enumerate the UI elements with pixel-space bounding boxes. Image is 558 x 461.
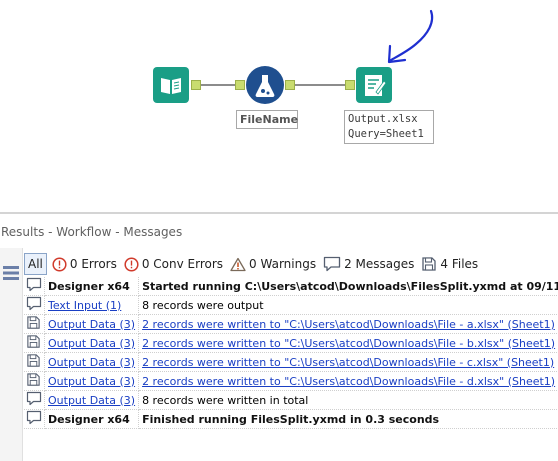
book-icon: [161, 78, 181, 94]
source-text: Designer x64: [48, 412, 130, 426]
row-icon-cell: [24, 371, 45, 391]
filter-all-button[interactable]: All: [24, 253, 47, 275]
output-anchor[interactable]: [285, 80, 295, 90]
message-source: Designer x64: [44, 277, 140, 296]
message-source[interactable]: Output Data (3): [44, 371, 140, 391]
message-text-cell: 8 records were output: [138, 295, 558, 315]
workflow-canvas[interactable]: FileName Output.xlsx Query=Sheet1: [0, 0, 558, 212]
message-text-cell: 8 records were written in total: [138, 390, 558, 410]
row-icon-cell: [24, 390, 45, 410]
filter-errors-button[interactable]: 0 Errors: [52, 254, 117, 274]
document-output-icon: [365, 75, 387, 96]
message-text-cell: Finished running FilesSplit.yxmd in 0.3 …: [138, 409, 558, 429]
row-icon-cell: [24, 295, 45, 315]
message-link[interactable]: 2 records were written to "C:\Users\atco…: [142, 337, 555, 350]
input-anchor[interactable]: [345, 80, 355, 90]
output-anchor[interactable]: [191, 80, 201, 90]
row-icon-cell: [24, 333, 45, 353]
message-text-cell[interactable]: 2 records were written to "C:\Users\atco…: [138, 314, 558, 334]
source-text: Designer x64: [48, 279, 130, 293]
flask-icon: [255, 75, 275, 97]
source-link[interactable]: Output Data (3): [48, 356, 135, 369]
source-link[interactable]: Output Data (3): [48, 318, 135, 331]
message-text-cell[interactable]: 2 records were written to "C:\Users\atco…: [138, 352, 558, 372]
results-pane-title: Results - Workflow - Messages: [1, 225, 183, 239]
filter-warnings-button[interactable]: 0 Warnings: [230, 254, 316, 274]
warning-icon: [230, 257, 246, 271]
message-text: 8 records were output: [142, 298, 264, 312]
message-row[interactable]: Designer x64 Started running C:\Users\atc…: [24, 277, 558, 296]
message-text-cell[interactable]: 2 records were written to "C:\Users\atco…: [138, 371, 558, 391]
formula-tool[interactable]: [246, 66, 284, 104]
source-link[interactable]: Output Data (3): [48, 337, 135, 350]
message-row[interactable]: Output Data (3) 8 records were written in…: [24, 390, 558, 410]
filter-warnings-label: 0 Warnings: [249, 257, 317, 271]
output-data-tool[interactable]: [356, 67, 392, 103]
message-row[interactable]: Output Data (3) 2 records were written to…: [24, 352, 558, 372]
connection-line: [295, 84, 345, 86]
message-icon: [26, 277, 42, 292]
list-view-icon[interactable]: [2, 264, 20, 282]
message-icon: [323, 256, 341, 272]
connection-line: [201, 84, 235, 86]
input-anchor[interactable]: [235, 80, 245, 90]
row-icon-cell: [24, 314, 45, 334]
message-source[interactable]: Output Data (3): [44, 314, 140, 334]
message-source[interactable]: Text Input (1): [44, 295, 140, 315]
filter-conv-errors-button[interactable]: 0 Conv Errors: [124, 254, 223, 274]
filter-conv-errors-label: 0 Conv Errors: [141, 257, 224, 271]
file-icon: [422, 257, 437, 271]
filter-files-label: 4 Files: [440, 257, 479, 271]
message-row[interactable]: Text Input (1) 8 records were output: [24, 295, 558, 315]
annotation-arrow-icon: [387, 9, 434, 64]
message-link[interactable]: 2 records were written to "C:\Users\atco…: [142, 318, 555, 331]
message-text-cell[interactable]: 2 records were written to "C:\Users\atco…: [138, 333, 558, 353]
message-link[interactable]: 2 records were written to "C:\Users\atco…: [142, 375, 555, 388]
filter-all-label: All: [28, 257, 43, 271]
message-text: 8 records were written in total: [142, 393, 309, 407]
message-link[interactable]: 2 records were written to "C:\Users\atco…: [142, 356, 554, 369]
message-text: Started running C:\Users\atcod\Downloads…: [142, 279, 558, 293]
message-text-cell: Started running C:\Users\atcod\Downloads…: [138, 277, 558, 296]
message-row[interactable]: Output Data (3) 2 records were written to…: [24, 333, 558, 353]
filter-messages-button[interactable]: 2 Messages: [323, 254, 414, 274]
results-side-strip: [0, 248, 23, 461]
message-source: Designer x64: [44, 409, 140, 429]
file-icon: [27, 373, 40, 386]
source-link[interactable]: Text Input (1): [48, 299, 121, 312]
source-link[interactable]: Output Data (3): [48, 375, 135, 388]
message-icon: [26, 296, 42, 311]
filter-errors-label: 0 Errors: [69, 257, 117, 271]
conversion-error-icon: [124, 256, 139, 272]
filter-files-button[interactable]: 4 Files: [421, 254, 478, 274]
message-row[interactable]: Output Data (3) 2 records were written to…: [24, 314, 558, 334]
message-icon: [26, 391, 42, 406]
file-icon: [27, 335, 40, 348]
messages-table: Designer x64 Started running C:\Users\atc…: [24, 277, 558, 429]
message-source[interactable]: Output Data (3): [44, 352, 140, 372]
file-icon: [27, 316, 40, 329]
filter-messages-label: 2 Messages: [344, 257, 415, 271]
error-icon: [52, 256, 67, 272]
row-icon-cell: [24, 409, 45, 429]
message-row[interactable]: Output Data (3) 2 records were written to…: [24, 371, 558, 391]
message-text: Finished running FilesSplit.yxmd in 0.3 …: [142, 412, 440, 426]
results-filter-toolbar: All 0 Errors 0 Conv Errors 0 Warnings 2 …: [24, 253, 485, 275]
message-icon: [26, 410, 42, 425]
source-link[interactable]: Output Data (3): [48, 394, 135, 407]
output-tool-label: Output.xlsx Query=Sheet1: [344, 110, 434, 144]
message-row[interactable]: Designer x64 Finished running FilesSplit.…: [24, 409, 558, 429]
pane-divider[interactable]: [0, 212, 558, 214]
row-icon-cell: [24, 277, 45, 296]
message-source[interactable]: Output Data (3): [44, 333, 140, 353]
row-icon-cell: [24, 352, 45, 372]
input-data-tool[interactable]: [153, 67, 189, 103]
file-icon: [27, 354, 40, 367]
message-source[interactable]: Output Data (3): [44, 390, 140, 410]
formula-tool-label: FileName: [236, 110, 298, 129]
